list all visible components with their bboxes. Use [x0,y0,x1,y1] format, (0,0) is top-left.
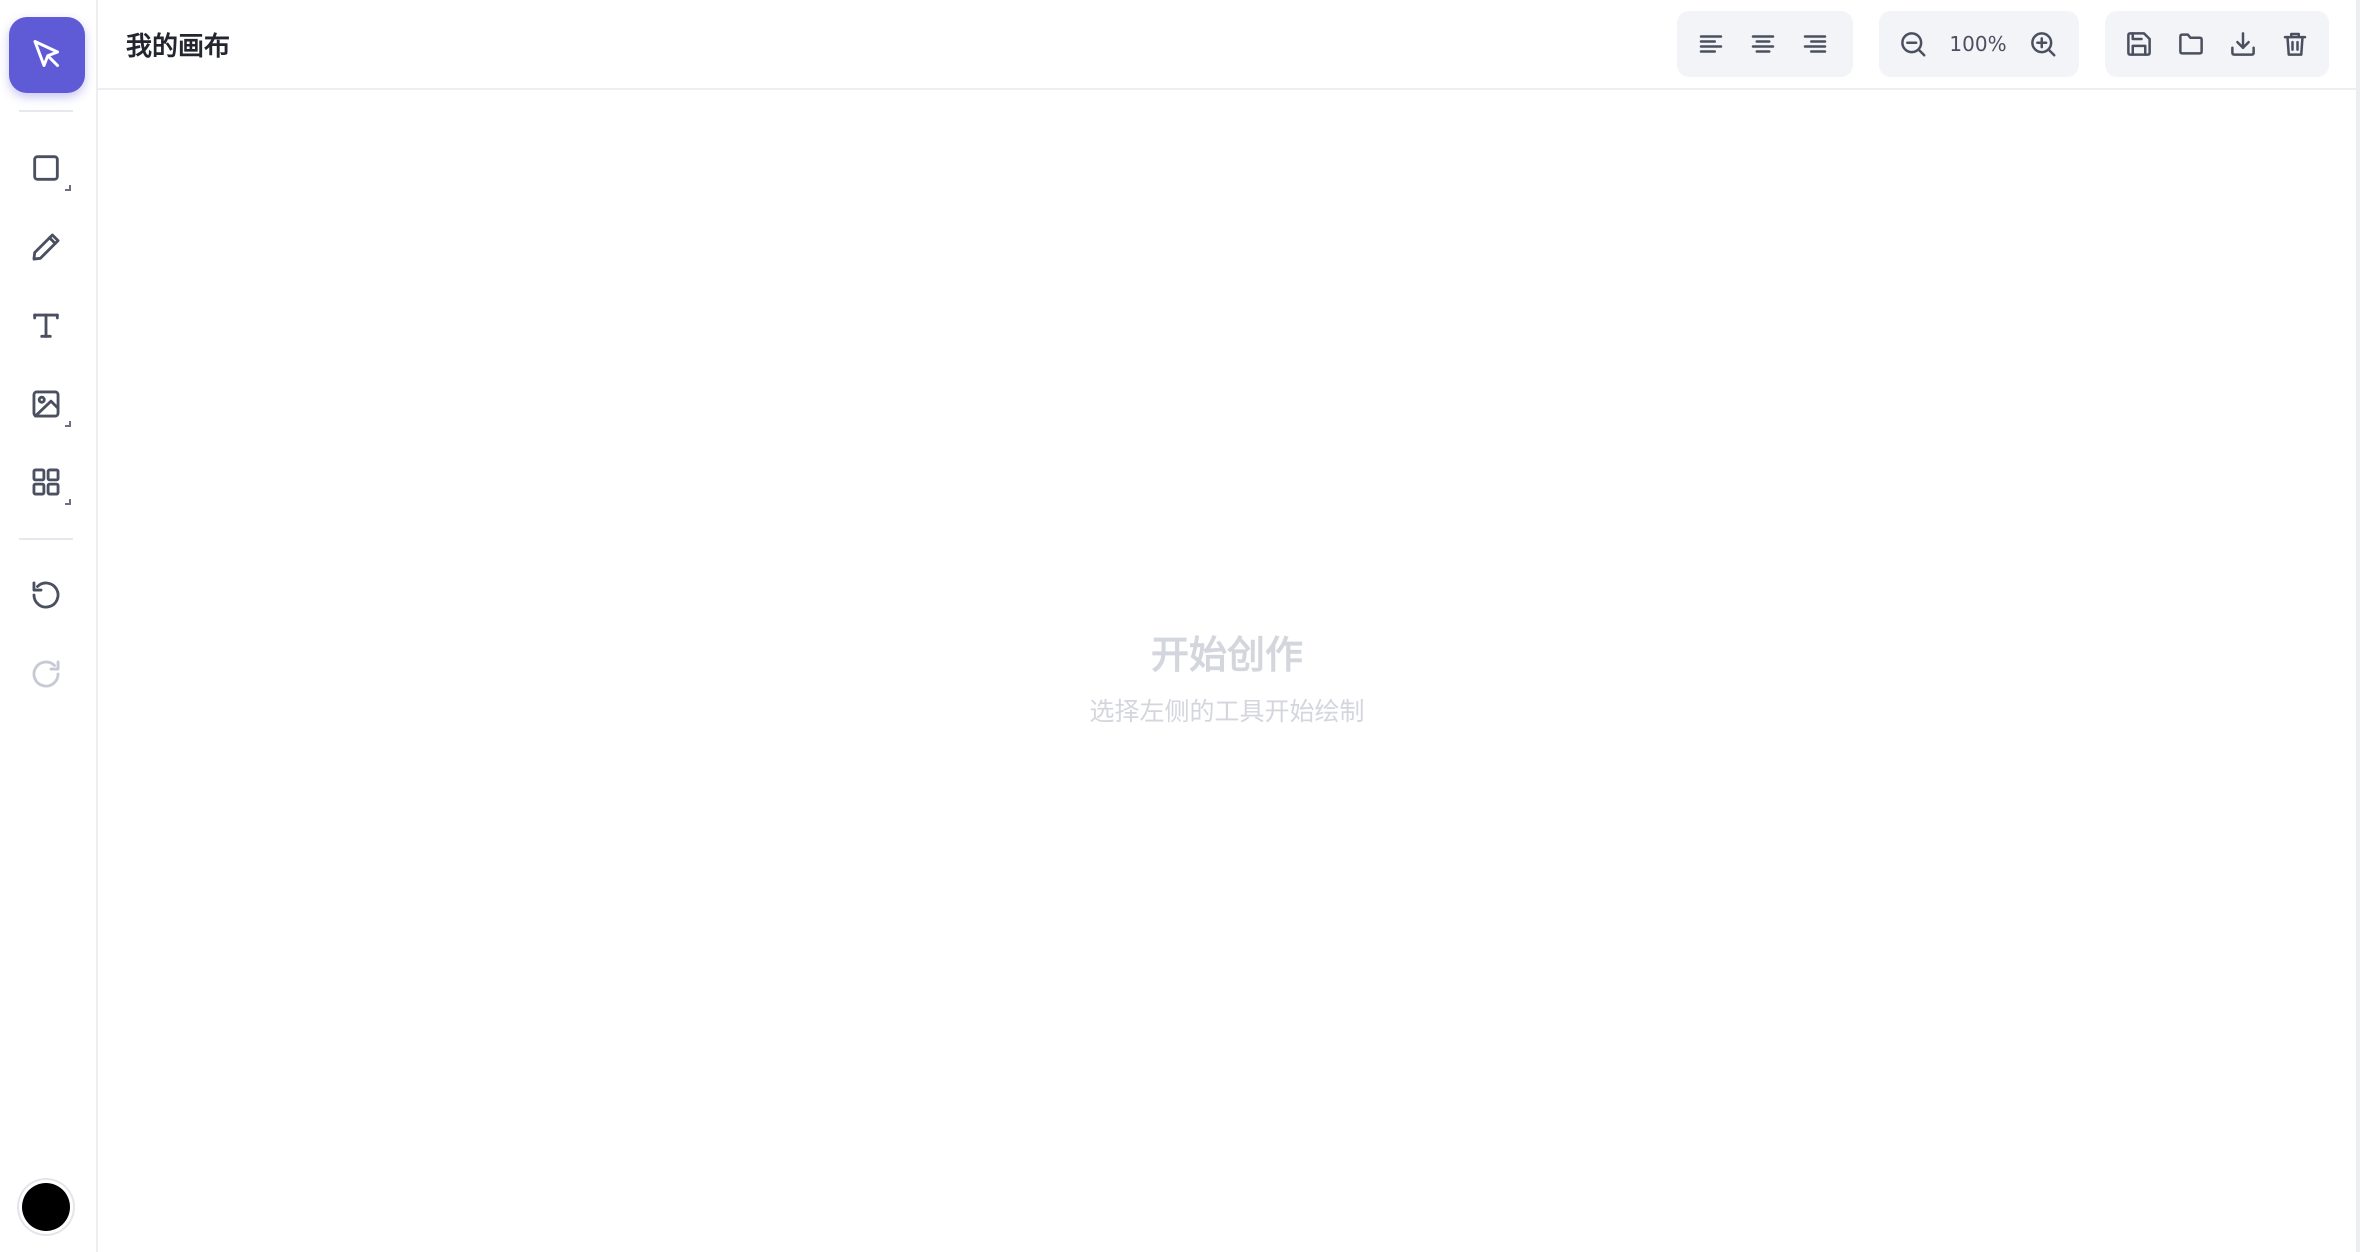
align-right-button[interactable] [1789,18,1841,70]
download-button[interactable] [2217,18,2269,70]
save-icon [2127,32,2151,56]
undo-icon [32,581,60,609]
zoom-in-icon [2031,32,2056,57]
left-toolbar [0,0,98,1252]
file-toolbar-group [2105,11,2329,77]
page-title: 我的画布 [126,32,231,62]
open-folder-button[interactable] [2165,18,2217,70]
align-left-button[interactable] [1685,18,1737,70]
trash-icon [2283,32,2307,56]
pencil-icon [32,233,60,261]
zoom-toolbar-group: 100% [1879,11,2079,77]
grid-icon [32,468,60,496]
align-center-icon [1751,35,1775,53]
zoom-in-button[interactable] [2017,18,2069,70]
text-icon [33,313,59,338]
empty-state-subtitle: 选择左侧的工具开始绘制 [1089,697,1365,726]
align-center-button[interactable] [1737,18,1789,70]
empty-state-title: 开始创作 [1150,633,1303,677]
top-header: 我的画布 100% [98,0,2360,90]
align-right-icon [1803,35,1827,53]
zoom-out-button[interactable] [1887,18,1939,70]
components-tool-button[interactable] [15,451,77,513]
align-left-icon [1699,35,1723,53]
canvas-app: 我的画布 100% 开始创作 选择左侧的工具开始绘制 [0,0,2360,1252]
align-toolbar-group [1677,11,1853,77]
image-icon [32,390,60,418]
zoom-level: 100% [1949,32,2007,56]
color-picker-swatch[interactable] [22,1183,70,1231]
submenu-indicator [65,185,71,191]
shape-tool-button[interactable] [15,137,77,199]
select-tool-button[interactable] [9,17,85,93]
folder-icon [2179,33,2203,55]
redo-button[interactable] [15,643,77,705]
save-button[interactable] [2113,18,2165,70]
submenu-indicator [65,499,71,505]
submenu-indicator [65,421,71,427]
image-tool-button[interactable] [15,373,77,435]
undo-button[interactable] [15,564,77,626]
window-right-border [2356,0,2360,1252]
download-icon [2231,32,2255,56]
drawing-canvas[interactable]: 开始创作 选择左侧的工具开始绘制 [98,90,2356,1252]
square-icon [33,155,59,181]
text-tool-button[interactable] [15,294,77,356]
pen-tool-button[interactable] [15,216,77,278]
toolbar-divider [19,538,73,540]
zoom-out-icon [1901,32,1926,57]
toolbar-divider [19,110,73,112]
cursor-arrow-icon [33,40,59,67]
redo-icon [32,660,60,688]
delete-button[interactable] [2269,18,2321,70]
